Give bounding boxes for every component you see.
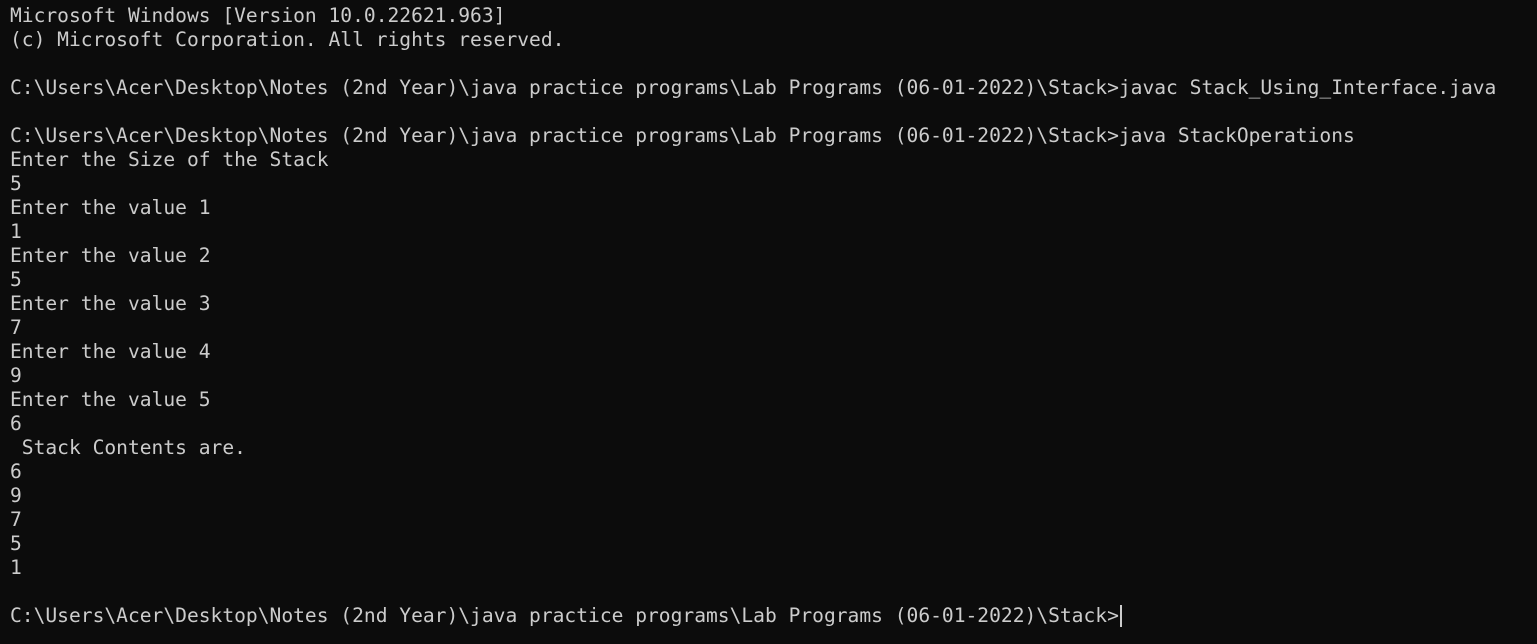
console-line: Enter the Size of the Stack <box>10 148 329 171</box>
console-window[interactable]: Microsoft Windows [Version 10.0.22621.96… <box>0 0 1537 644</box>
command-prompt: C:\Users\Acer\Desktop\Notes (2nd Year)\j… <box>10 604 1119 627</box>
console-line: 5 <box>10 532 22 555</box>
console-line: Enter the value 3 <box>10 292 211 315</box>
text-cursor <box>1119 605 1122 627</box>
console-line: Enter the value 4 <box>10 340 211 363</box>
console-line: 6 <box>10 412 22 435</box>
console-line: 7 <box>10 316 22 339</box>
console-line: 5 <box>10 268 22 291</box>
command-prompt-row[interactable]: C:\Users\Acer\Desktop\Notes (2nd Year)\j… <box>10 604 1537 628</box>
console-line: 5 <box>10 172 22 195</box>
console-line: C:\Users\Acer\Desktop\Notes (2nd Year)\j… <box>10 76 1497 99</box>
console-line: 7 <box>10 508 22 531</box>
console-line: Enter the value 2 <box>10 244 211 267</box>
console-line: 1 <box>10 220 22 243</box>
console-line: 9 <box>10 364 22 387</box>
console-line: 1 <box>10 556 22 579</box>
console-line: Enter the value 5 <box>10 388 211 411</box>
console-line: 9 <box>10 484 22 507</box>
console-line: (c) Microsoft Corporation. All rights re… <box>10 28 565 51</box>
console-line: Microsoft Windows [Version 10.0.22621.96… <box>10 4 506 27</box>
console-line: 6 <box>10 460 22 483</box>
console-line: C:\Users\Acer\Desktop\Notes (2nd Year)\j… <box>10 124 1355 147</box>
console-line: Stack Contents are. <box>10 436 246 459</box>
console-line: Enter the value 1 <box>10 196 211 219</box>
